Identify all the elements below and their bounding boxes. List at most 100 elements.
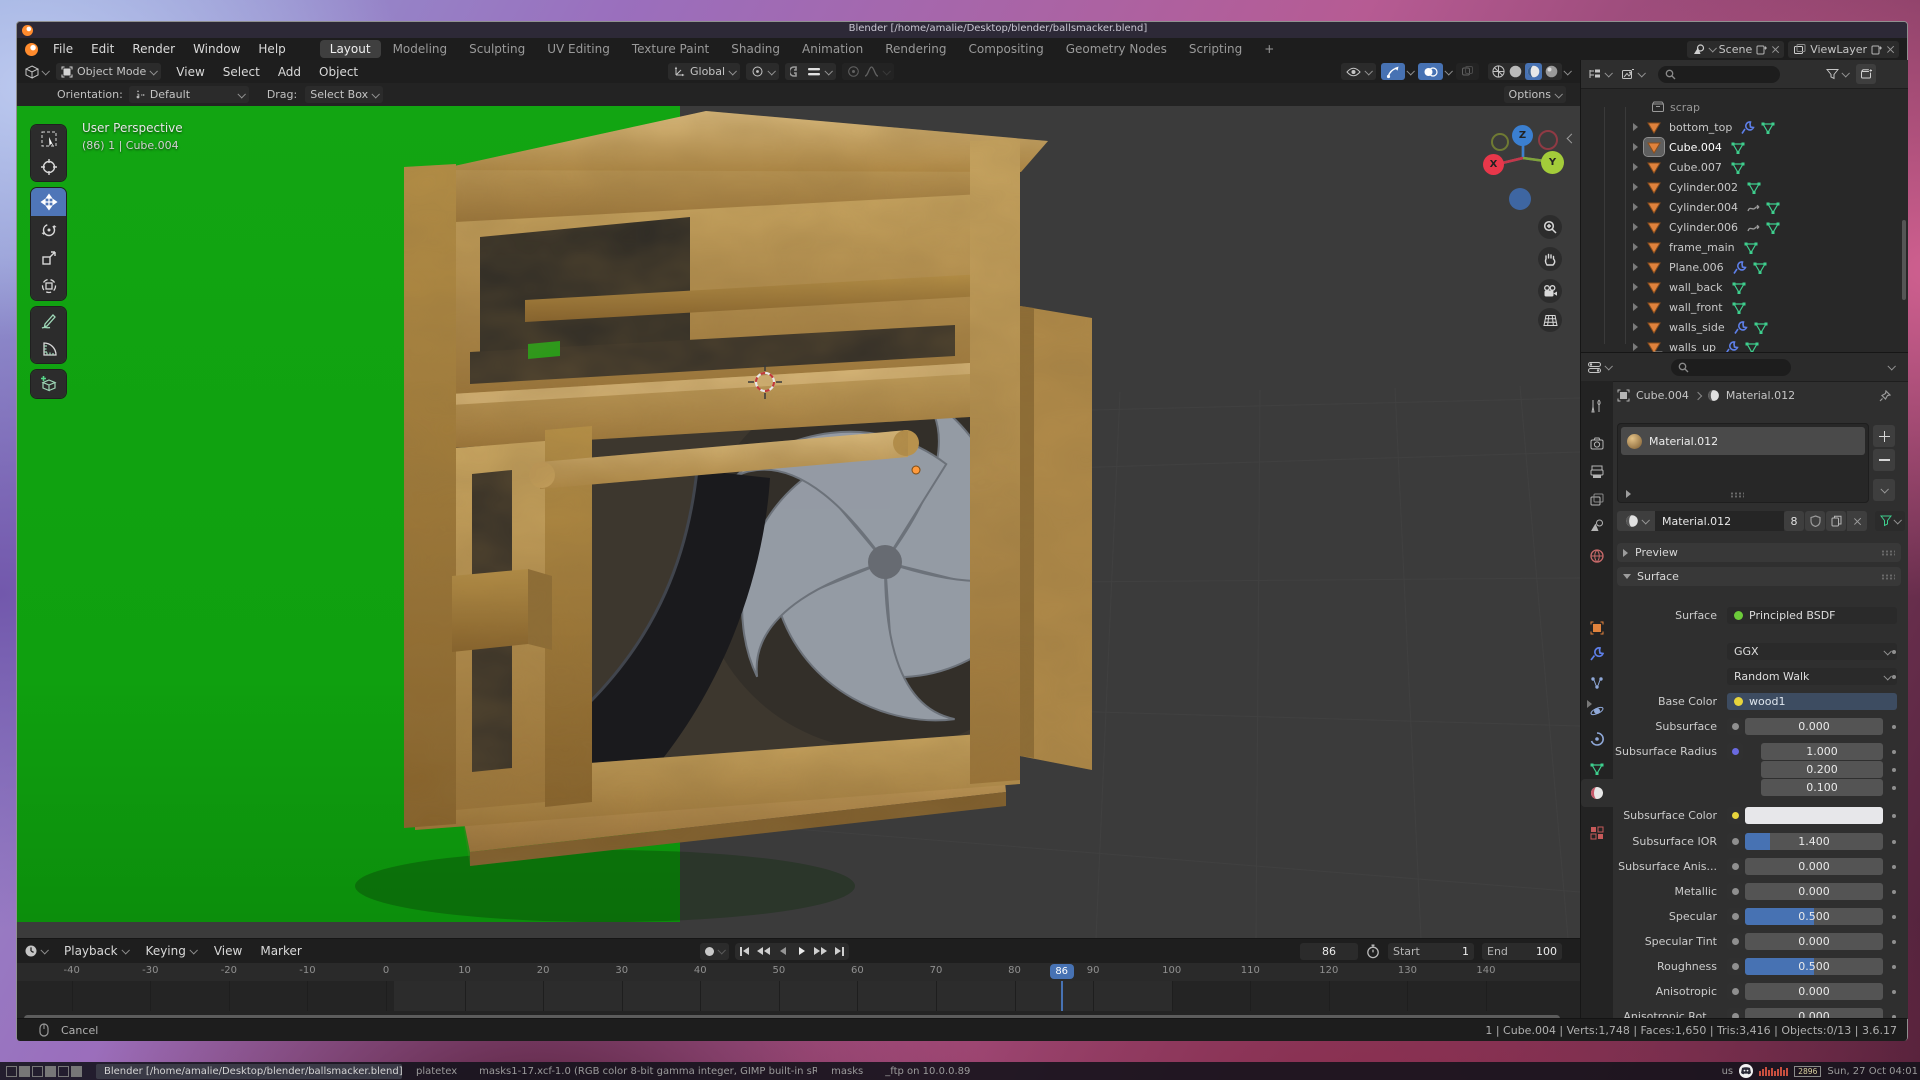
editor-type-button[interactable] <box>25 65 48 79</box>
expand-arrow-icon[interactable] <box>1633 201 1638 214</box>
vector-field[interactable]: 1.000 <box>1761 743 1883 760</box>
expand-arrow-icon[interactable] <box>1633 181 1638 194</box>
new-scene-icon[interactable] <box>1756 44 1767 55</box>
play-reverse-button[interactable] <box>773 943 792 960</box>
render-tab[interactable] <box>1581 430 1613 458</box>
tab--[interactable]: + <box>1254 40 1284 58</box>
chevron-down-icon[interactable] <box>1406 67 1414 75</box>
proportional-edit-buttons[interactable] <box>842 63 894 80</box>
color-socket[interactable] <box>1727 807 1743 824</box>
tool-cursor-button[interactable] <box>31 153 66 181</box>
object-name[interactable]: bottom_top <box>1669 121 1732 134</box>
outliner-scrollbar[interactable] <box>1902 220 1906 300</box>
object-type-icon[interactable] <box>1644 178 1664 196</box>
animate-property-dot[interactable] <box>1892 650 1896 654</box>
outliner-object-row[interactable]: Cylinder.004 <box>1581 197 1908 217</box>
tab-sculpting[interactable]: Sculpting <box>459 40 535 58</box>
object-type-icon[interactable] <box>1644 318 1664 336</box>
material-name-field[interactable]: Material.012 <box>1655 511 1784 531</box>
tab-geometry-nodes[interactable]: Geometry Nodes <box>1056 40 1177 58</box>
animate-property-dot[interactable] <box>1892 786 1896 790</box>
expand-arrow-icon[interactable] <box>1633 221 1638 234</box>
object-type-icon[interactable] <box>1644 298 1664 316</box>
object-name[interactable]: Cube.004 <box>1669 141 1722 154</box>
animate-property-dot[interactable] <box>1892 750 1896 754</box>
new-collection-button[interactable] <box>1856 64 1876 84</box>
object-name[interactable]: wall_front <box>1669 301 1723 314</box>
task-button[interactable]: masks <box>823 1064 871 1079</box>
scene-selector[interactable]: Scene <box>1687 41 1785 58</box>
remove-viewlayer-icon[interactable] <box>1886 45 1894 53</box>
orthographic-toggle-button[interactable] <box>1538 308 1562 332</box>
auto-keying-button[interactable] <box>700 943 729 960</box>
add-slot-button[interactable] <box>1873 425 1895 447</box>
viewlayer-name[interactable]: ViewLayer <box>1810 43 1867 56</box>
menu-window[interactable]: Window <box>184 38 249 60</box>
animate-property-dot[interactable] <box>1892 865 1896 869</box>
new-viewlayer-icon[interactable] <box>1871 44 1882 55</box>
tab-uv-editing[interactable]: UV Editing <box>537 40 620 58</box>
tab-scripting[interactable]: Scripting <box>1179 40 1252 58</box>
input-socket[interactable] <box>1727 983 1743 1000</box>
tab-shading[interactable]: Shading <box>721 40 790 58</box>
tool-annotate-button[interactable] <box>31 307 66 335</box>
animate-property-dot[interactable] <box>1892 840 1896 844</box>
timeline-menu-playback[interactable]: Playback <box>55 940 137 962</box>
object-name[interactable]: Cylinder.006 <box>1669 221 1738 234</box>
tab-texture-paint[interactable]: Texture Paint <box>622 40 719 58</box>
task-button[interactable]: _ftp on 10.0.0.89 <box>877 1064 978 1079</box>
object-type-icon[interactable] <box>1644 118 1664 136</box>
tool-scale-button[interactable] <box>31 244 66 272</box>
gizmo-axis-x[interactable]: X <box>1483 154 1504 175</box>
material-tab[interactable] <box>1581 779 1613 807</box>
slot-list-expander[interactable] <box>1626 490 1631 498</box>
pager-icon[interactable] <box>6 1066 17 1077</box>
animate-property-dot[interactable] <box>1892 890 1896 894</box>
scene-name[interactable]: Scene <box>1719 43 1753 56</box>
slider-anisotropic[interactable]: 0.000 <box>1745 983 1883 1000</box>
slider-specular[interactable]: 0.500 <box>1745 908 1883 925</box>
tab-rendering[interactable]: Rendering <box>875 40 956 58</box>
tab-animation[interactable]: Animation <box>792 40 873 58</box>
xray-toggle[interactable] <box>1456 63 1479 80</box>
expand-arrow-icon[interactable] <box>1587 698 1592 711</box>
object-name[interactable]: walls_side <box>1669 321 1725 334</box>
timeline-menu-marker[interactable]: Marker <box>251 940 310 962</box>
transform-orientation[interactable]: Global <box>668 63 740 80</box>
object-name[interactable]: wall_back <box>1669 281 1723 294</box>
outliner-filter-type[interactable] <box>1621 68 1644 80</box>
modifiers-tab[interactable] <box>1581 640 1613 668</box>
output-tab[interactable] <box>1581 458 1613 486</box>
input-socket[interactable] <box>1727 958 1743 975</box>
outliner-object-row[interactable]: Plane.006 <box>1581 257 1908 277</box>
menu-render[interactable]: Render <box>123 38 184 60</box>
slider-subsurface[interactable]: 0.000 <box>1745 718 1883 735</box>
object-type-icon[interactable] <box>1644 198 1664 216</box>
vector-socket[interactable] <box>1727 743 1743 760</box>
material-slot-item[interactable]: Material.012 <box>1621 427 1865 455</box>
tool-select-box-button[interactable] <box>31 125 66 153</box>
copy-material-button[interactable] <box>1826 511 1846 531</box>
timeline-ruler[interactable]: -40-30-20-100102030405060708090100110120… <box>17 963 1580 982</box>
keyboard-layout[interactable]: us <box>1722 1066 1734 1077</box>
playhead-label[interactable]: 86 <box>1050 964 1074 979</box>
clock[interactable]: Sun, 27 Oct 04:01 <box>1827 1066 1918 1077</box>
object-name[interactable]: Plane.006 <box>1669 261 1724 274</box>
drag-setting-dropdown[interactable]: Select Box <box>305 86 383 103</box>
outliner-object-row[interactable]: wall_front <box>1581 297 1908 317</box>
snap-buttons[interactable] <box>785 63 836 80</box>
users-count-button[interactable]: 8 <box>1784 511 1804 531</box>
surface-panel-header[interactable]: Surface <box>1617 567 1901 586</box>
task-button[interactable]: Blender [/home/amalie/Desktop/blender/ba… <box>96 1064 402 1079</box>
input-socket[interactable] <box>1727 883 1743 900</box>
overlays-toggle[interactable] <box>1418 63 1443 80</box>
animate-property-dot[interactable] <box>1892 940 1896 944</box>
select-ggx[interactable]: GGX <box>1727 643 1897 660</box>
jump-to-end-button[interactable] <box>830 943 849 960</box>
viewport-canvas[interactable]: User Perspective (86) 1 | Cube.004 Z X Y <box>17 106 1580 938</box>
tab-layout[interactable]: Layout <box>320 40 381 58</box>
task-button[interactable]: masks1-17.xcf-1.0 (RGB color 8-bit gamma… <box>471 1064 817 1079</box>
outliner-object-row[interactable]: bottom_top <box>1581 117 1908 137</box>
slider-specular-tint[interactable]: 0.000 <box>1745 933 1883 950</box>
tool-move-button[interactable] <box>31 188 66 216</box>
